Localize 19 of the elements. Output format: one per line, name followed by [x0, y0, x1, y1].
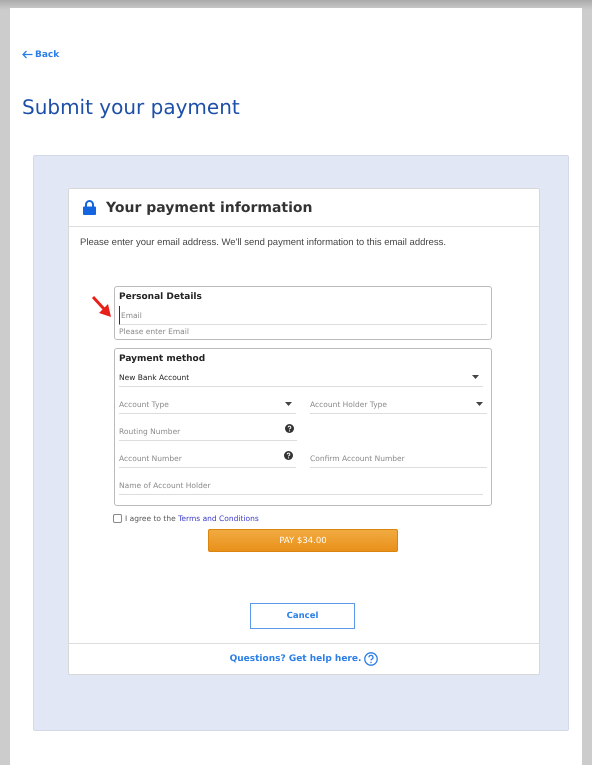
- intro-text: Please enter your email address. We'll send payment information to this email address.: [80, 237, 447, 248]
- caret-icon: [472, 375, 479, 379]
- help-icon: [364, 652, 378, 666]
- help-link[interactable]: Questions? Get help here.: [230, 654, 362, 664]
- arrow-icon: [91, 295, 113, 319]
- section-heading: Personal Details: [119, 292, 203, 302]
- help-icon[interactable]: [285, 424, 294, 433]
- back-arrow-icon: [22, 50, 33, 59]
- pay-button[interactable]: PAY $34.00: [208, 529, 398, 552]
- help-icon[interactable]: [284, 451, 293, 460]
- agree-checkbox[interactable]: [113, 514, 122, 523]
- page-title: Submit your payment: [22, 95, 241, 119]
- lock-icon: [83, 200, 96, 215]
- caret-icon: [476, 402, 483, 406]
- card-title: Your payment information: [106, 200, 312, 216]
- caret-icon: [285, 402, 292, 406]
- section-heading: Payment method: [119, 354, 206, 364]
- cancel-button[interactable]: Cancel: [250, 603, 355, 629]
- back-link[interactable]: Back: [22, 50, 60, 60]
